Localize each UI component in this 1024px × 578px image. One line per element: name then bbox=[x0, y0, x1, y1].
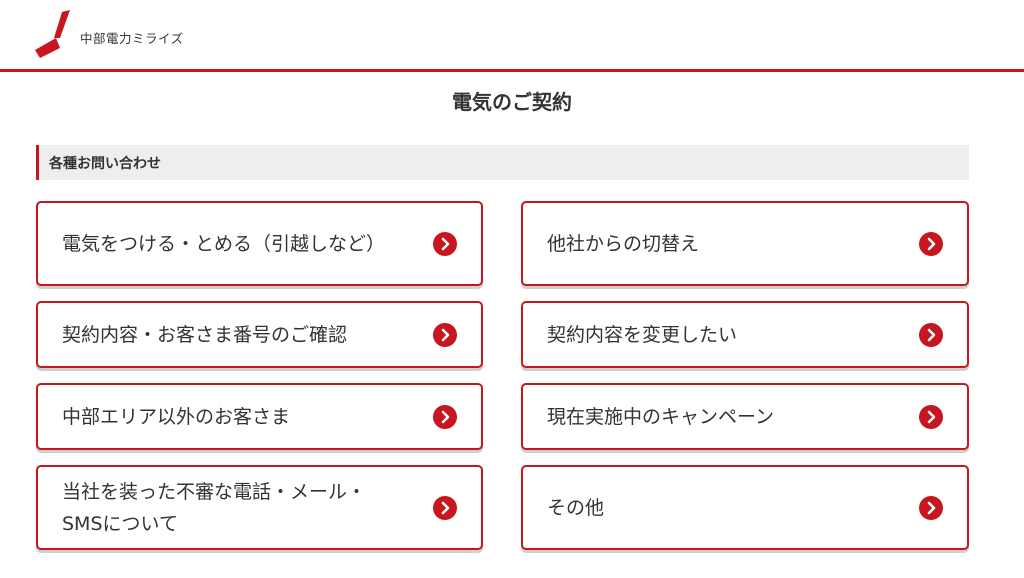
chevron-right-circle-icon bbox=[433, 495, 457, 520]
brand-name: 中部電力ミライズ bbox=[80, 30, 184, 46]
card-label: 当社を装った不審な電話・メール・SMSについて bbox=[62, 480, 367, 535]
card-outside-chubu[interactable]: 中部エリア以外のお客さま bbox=[36, 383, 483, 450]
chevron-right-circle-icon bbox=[433, 322, 457, 347]
card-other[interactable]: その他 bbox=[521, 465, 969, 550]
card-switch-from-other[interactable]: 他社からの切替え bbox=[521, 201, 969, 286]
page-title: 電気のご契約 bbox=[452, 90, 572, 114]
card-label: 契約内容を変更したい bbox=[547, 323, 738, 346]
card-contract-check[interactable]: 契約内容・お客さま番号のご確認 bbox=[36, 301, 483, 368]
chevron-right-circle-icon bbox=[919, 495, 943, 520]
chevron-right-circle-icon bbox=[919, 231, 943, 256]
card-move-in-out[interactable]: 電気をつける・とめる（引越しなど） bbox=[36, 201, 483, 286]
card-label: 契約内容・お客さま番号のご確認 bbox=[62, 323, 348, 346]
card-label: その他 bbox=[547, 496, 605, 519]
card-label: 他社からの切替え bbox=[547, 232, 700, 255]
company-logo[interactable]: 中部電力ミライズ bbox=[32, 6, 202, 60]
chevron-right-circle-icon bbox=[919, 322, 943, 347]
card-label: 現在実施中のキャンペーン bbox=[547, 405, 775, 428]
card-label: 中部エリア以外のお客さま bbox=[62, 405, 291, 428]
card-suspicious-contact[interactable]: 当社を装った不審な電話・メール・SMSについて bbox=[36, 465, 483, 550]
card-campaigns[interactable]: 現在実施中のキャンペーン bbox=[521, 383, 969, 450]
logo-mark-icon bbox=[35, 10, 70, 58]
section-label: 各種お問い合わせ bbox=[49, 155, 161, 172]
chevron-right-circle-icon bbox=[433, 404, 457, 429]
chevron-right-circle-icon bbox=[433, 231, 457, 256]
header-divider bbox=[0, 69, 1024, 72]
section-header: 各種お問い合わせ bbox=[36, 145, 969, 180]
card-label: 電気をつける・とめる（引越しなど） bbox=[62, 232, 386, 255]
card-change-contract[interactable]: 契約内容を変更したい bbox=[521, 301, 969, 368]
chevron-right-circle-icon bbox=[919, 404, 943, 429]
site-header: 中部電力ミライズ bbox=[0, 0, 1024, 72]
